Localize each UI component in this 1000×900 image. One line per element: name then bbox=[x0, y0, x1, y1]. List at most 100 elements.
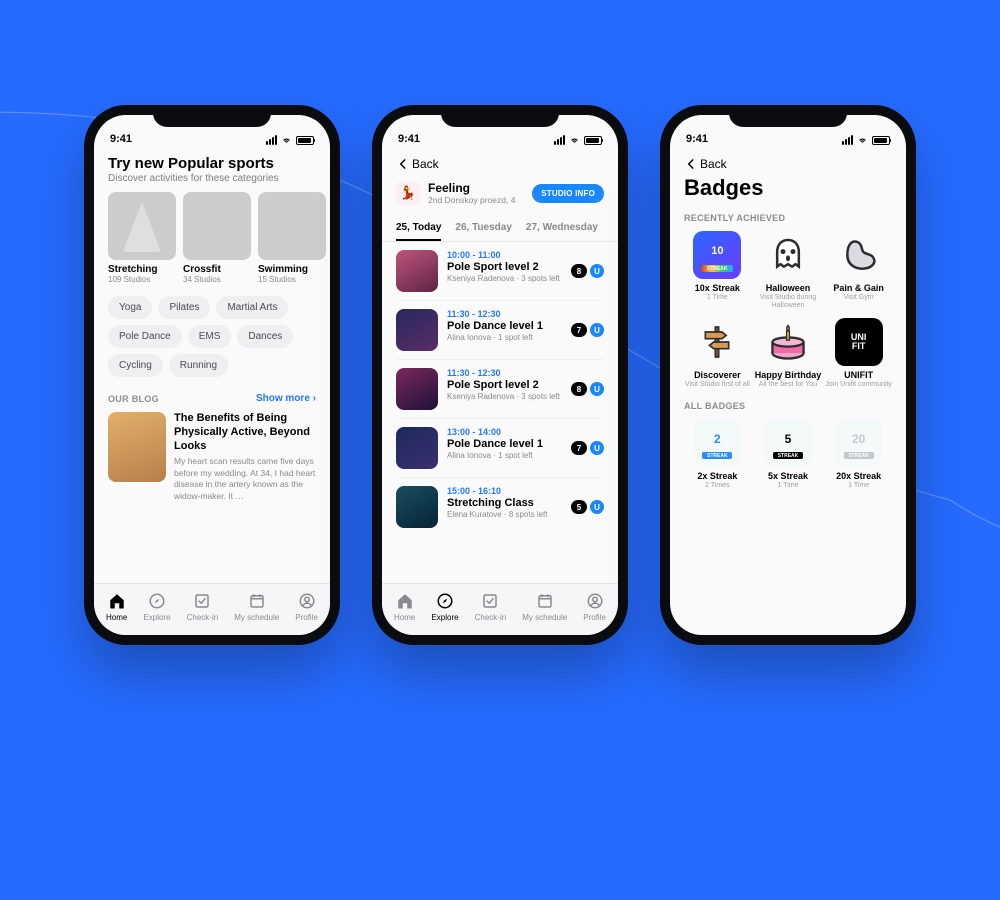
count-badge: 8 bbox=[571, 382, 587, 396]
blog-card[interactable]: The Benefits of Being Physically Active,… bbox=[108, 412, 316, 502]
tab-home[interactable]: Home bbox=[394, 591, 415, 622]
class-sub: Elena Kuratove · 8 spots left bbox=[447, 510, 562, 519]
compass-icon bbox=[435, 591, 455, 611]
tab-explore[interactable]: Explore bbox=[143, 591, 170, 622]
status-time: 9:41 bbox=[398, 133, 420, 145]
cellular-icon bbox=[842, 135, 853, 145]
chip-dances[interactable]: Dances bbox=[237, 325, 293, 348]
sport-card-title: Stretching bbox=[108, 264, 176, 275]
chip-yoga[interactable]: Yoga bbox=[108, 296, 152, 319]
tab-home[interactable]: Home bbox=[106, 591, 127, 622]
unifit-icon: UNIFIT bbox=[835, 318, 883, 366]
calendar-icon bbox=[535, 591, 555, 611]
chip-running[interactable]: Running bbox=[169, 354, 228, 377]
class-sub: Alina Ionova · 1 spot left bbox=[447, 333, 562, 342]
sport-card-image bbox=[108, 192, 176, 260]
tab-my-schedule[interactable]: My schedule bbox=[522, 591, 567, 622]
badge-unifit[interactable]: UNIFIT UNIFIT Join Unifit community bbox=[825, 318, 892, 389]
tab-check-in[interactable]: Check-in bbox=[187, 591, 219, 622]
sport-card-title: Crossfit bbox=[183, 264, 251, 275]
tab-label: My schedule bbox=[522, 613, 567, 622]
class-title: Pole Sport level 2 bbox=[447, 261, 562, 273]
tab-label: Home bbox=[394, 613, 415, 622]
tab-explore[interactable]: Explore bbox=[431, 591, 458, 622]
calendar-icon bbox=[247, 591, 267, 611]
badge-discoverer[interactable]: Discoverer Visit Studio first of all bbox=[684, 318, 751, 389]
birthday-cake-icon bbox=[764, 318, 812, 366]
count-badge: 7 bbox=[571, 323, 587, 337]
count-badge: 5 bbox=[571, 500, 587, 514]
day-tab[interactable]: 27, Wednesday bbox=[526, 215, 598, 241]
day-tab[interactable]: 25, Today bbox=[396, 215, 441, 241]
chip-cycling[interactable]: Cycling bbox=[108, 354, 163, 377]
sport-card-stretching[interactable]: Stretching 109 Studios bbox=[108, 192, 176, 284]
badge-2x-streak[interactable]: 2STREAK 2x Streak 2 Times bbox=[684, 419, 751, 490]
badge-icon: 2STREAK bbox=[693, 419, 741, 467]
sport-card-crossfit[interactable]: Crossfit 34 Studios bbox=[183, 192, 251, 284]
badge-happy-birthday[interactable]: Happy Birthday All the best for You bbox=[755, 318, 822, 389]
class-sub: Kseniya Radenova · 3 spots left bbox=[447, 392, 562, 401]
battery-icon bbox=[584, 136, 602, 145]
tab-profile[interactable]: Profile bbox=[295, 591, 318, 622]
signpost-icon bbox=[693, 318, 741, 366]
class-time: 15:00 - 16:10 bbox=[447, 486, 562, 496]
chip-pole-dance[interactable]: Pole Dance bbox=[108, 325, 182, 348]
tab-check-in[interactable]: Check-in bbox=[475, 591, 507, 622]
day-tab[interactable]: 26, Tuesday bbox=[455, 215, 512, 241]
class-sub: Kseniya Radenova · 3 spots left bbox=[447, 274, 562, 283]
class-time: 13:00 - 14:00 bbox=[447, 427, 562, 437]
profile-icon bbox=[585, 591, 605, 611]
back-label: Back bbox=[700, 157, 727, 171]
chip-martial-arts[interactable]: Martial Arts bbox=[216, 296, 288, 319]
tab-label: Home bbox=[106, 613, 127, 622]
badge-20x-streak[interactable]: 20STREAK 20x Streak 1 Time bbox=[825, 419, 892, 490]
back-button[interactable]: Back bbox=[684, 153, 892, 173]
checkbox-icon bbox=[480, 591, 500, 611]
class-item[interactable]: 10:00 - 11:00Pole Sport level 2Kseniya R… bbox=[396, 242, 604, 301]
page-subtitle: Discover activities for these categories bbox=[108, 173, 316, 184]
badge-icon: 10STREAK bbox=[693, 231, 741, 279]
tab-label: Check-in bbox=[187, 613, 219, 622]
wifi-icon bbox=[856, 135, 869, 145]
badge-10x-streak[interactable]: 10STREAK 10x Streak 1 Time bbox=[684, 231, 751, 310]
tab-label: Explore bbox=[431, 613, 458, 622]
tab-bar: Home Explore Check-in My schedule Profile bbox=[382, 583, 618, 635]
cellular-icon bbox=[266, 135, 277, 145]
status-time: 9:41 bbox=[686, 133, 708, 145]
chip-ems[interactable]: EMS bbox=[188, 325, 232, 348]
sport-card-sub: 15 Studios bbox=[258, 275, 326, 284]
class-badges: 7U bbox=[571, 441, 604, 455]
class-item[interactable]: 15:00 - 16:10Stretching ClassElena Kurat… bbox=[396, 478, 604, 536]
class-item[interactable]: 13:00 - 14:00Pole Dance level 1Alina Ion… bbox=[396, 419, 604, 478]
badge-halloween[interactable]: Halloween Visit Studio during Halloween bbox=[755, 231, 822, 310]
count-badge: 8 bbox=[571, 264, 587, 278]
badge-pain-gain[interactable]: Pain & Gain Visit Gym bbox=[825, 231, 892, 310]
show-more-link[interactable]: Show more › bbox=[256, 393, 316, 404]
chevron-left-icon bbox=[396, 157, 410, 171]
blog-desc: My heart scan results came five days bef… bbox=[174, 456, 316, 502]
class-title: Pole Sport level 2 bbox=[447, 379, 562, 391]
studio-info-button[interactable]: STUDIO INFO bbox=[532, 184, 604, 203]
chip-pilates[interactable]: Pilates bbox=[158, 296, 210, 319]
badge-5x-streak[interactable]: 5STREAK 5x Streak 1 Time bbox=[755, 419, 822, 490]
phone-mockup-schedule: 9:41 Back 💃 Feeling 2nd Donskoy proezd, … bbox=[372, 105, 628, 645]
tab-profile[interactable]: Profile bbox=[583, 591, 606, 622]
class-title: Stretching Class bbox=[447, 497, 562, 509]
class-title: Pole Dance level 1 bbox=[447, 320, 562, 332]
muscle-arm-icon bbox=[835, 231, 883, 279]
back-button[interactable]: Back bbox=[396, 153, 604, 173]
sport-card-sub: 34 Studios bbox=[183, 275, 251, 284]
class-item[interactable]: 11:30 - 12:30Pole Dance level 1Alina Ion… bbox=[396, 301, 604, 360]
page-title: Try new Popular sports bbox=[108, 155, 316, 172]
tab-my-schedule[interactable]: My schedule bbox=[234, 591, 279, 622]
class-item[interactable]: 11:30 - 12:30Pole Sport level 2Kseniya R… bbox=[396, 360, 604, 419]
checkbox-icon bbox=[192, 591, 212, 611]
u-badge: U bbox=[590, 500, 604, 514]
class-time: 10:00 - 11:00 bbox=[447, 250, 562, 260]
sport-card-swimming[interactable]: Swimming 15 Studios bbox=[258, 192, 326, 284]
phone-mockup-badges: 9:41 Back Badges RECENTLY ACHIEVED 10STR… bbox=[660, 105, 916, 645]
battery-icon bbox=[296, 136, 314, 145]
wifi-icon bbox=[280, 135, 293, 145]
class-badges: 7U bbox=[571, 323, 604, 337]
u-badge: U bbox=[590, 441, 604, 455]
